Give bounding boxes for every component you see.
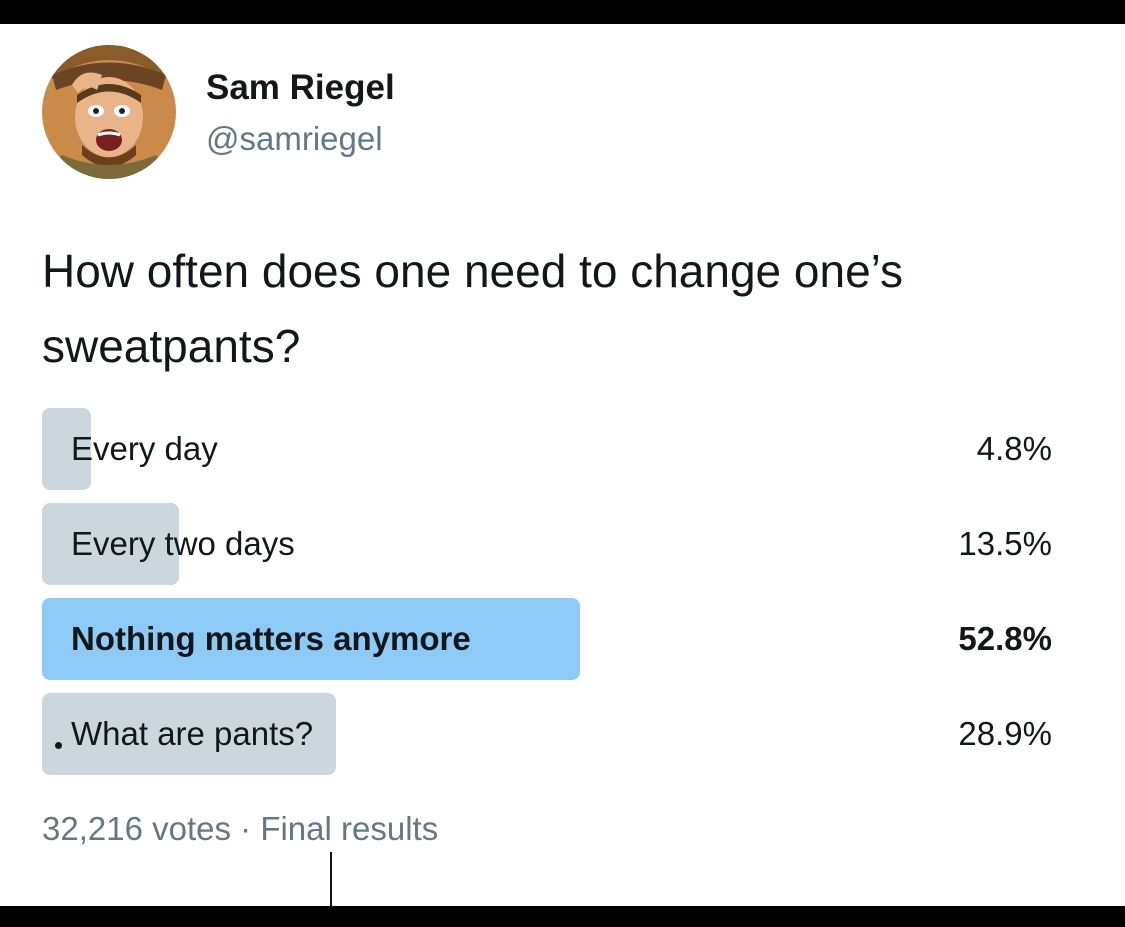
poll-option-percent: 52.8% — [958, 620, 1052, 657]
poll-option: Every two days 13.5% — [42, 503, 1060, 585]
poll-footer: 32,216 votes · Final results — [42, 810, 438, 848]
poll-option: Every day 4.8% — [42, 408, 1060, 490]
text-cursor — [330, 852, 332, 906]
poll-option: What are pants? 28.9% — [42, 693, 1060, 775]
poll-option-label: Nothing matters anymore — [71, 620, 471, 657]
poll-option-percent: 4.8% — [976, 430, 1052, 467]
tweet-text: How often does one need to change one’s … — [42, 245, 904, 372]
tweet-card: Sam Riegel @samriegel How often does one… — [0, 24, 1125, 906]
separator-dot: · — [230, 810, 261, 847]
poll-option-label: Every two days — [71, 525, 295, 562]
poll-vote-count: 32,216 votes — [42, 810, 231, 847]
poll-options: Every day 4.8% Every two days 13.5% Noth… — [42, 408, 1060, 788]
avatar-illustration — [42, 45, 176, 179]
avatar[interactable] — [42, 45, 176, 179]
poll-option: Nothing matters anymore 52.8% — [42, 598, 1060, 680]
poll-option-label: What are pants? — [71, 715, 314, 752]
poll-status: Final results — [260, 810, 439, 847]
poll-option-percent: 13.5% — [958, 525, 1052, 562]
author-handle[interactable]: @samriegel — [206, 120, 383, 158]
author-name[interactable]: Sam Riegel — [206, 68, 395, 108]
poll-option-label: Every day — [71, 430, 218, 467]
poll-option-percent: 28.9% — [958, 715, 1052, 752]
dot-mark — [55, 742, 62, 749]
